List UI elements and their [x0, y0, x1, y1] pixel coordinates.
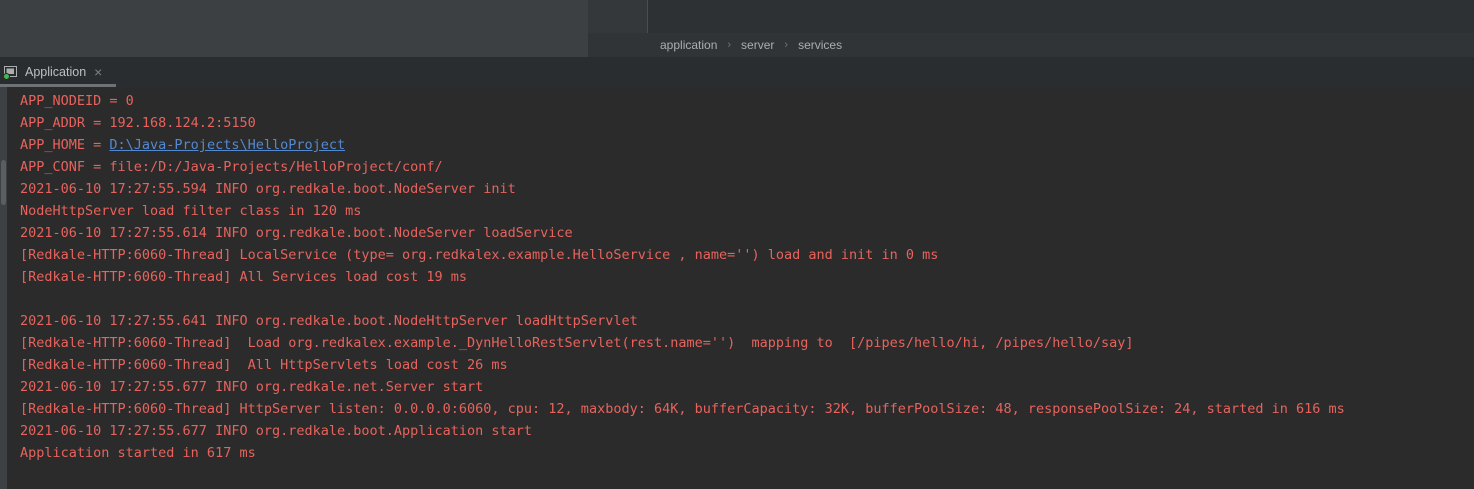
console-line: APP_ADDR = 192.168.124.2:5150	[20, 112, 1474, 134]
console-line: APP_CONF = file:/D:/Java-Projects/HelloP…	[20, 156, 1474, 178]
file-path-link[interactable]: D:\Java-Projects\HelloProject	[109, 137, 345, 153]
console-line: [Redkale-HTTP:6060-Thread] All HttpServl…	[20, 354, 1474, 376]
log-text: APP_ADDR = 192.168.124.2:5150	[20, 115, 256, 131]
console-line: 2021-06-10 17:27:55.677 INFO org.redkale…	[20, 376, 1474, 398]
tab-application[interactable]: Application ×	[0, 57, 116, 87]
console-line: 2021-06-10 17:27:55.641 INFO org.redkale…	[20, 310, 1474, 332]
header-right: application › server › services	[588, 0, 1474, 57]
breadcrumb-separator-icon: ›	[721, 39, 737, 51]
log-text: [Redkale-HTTP:6060-Thread] LocalService …	[20, 247, 938, 263]
console-line: [Redkale-HTTP:6060-Thread] All Services …	[20, 266, 1474, 288]
log-text: [Redkale-HTTP:6060-Thread] All Services …	[20, 269, 467, 285]
log-text: 2021-06-10 17:27:55.677 INFO org.redkale…	[20, 423, 532, 439]
console-line: Application started in 617 ms	[20, 442, 1474, 464]
log-text: [Redkale-HTTP:6060-Thread] HttpServer li…	[20, 401, 1345, 417]
console-line: 2021-06-10 17:27:55.594 INFO org.redkale…	[20, 178, 1474, 200]
log-text: 2021-06-10 17:27:55.594 INFO org.redkale…	[20, 181, 516, 197]
console-line: 2021-06-10 17:27:55.614 INFO org.redkale…	[20, 222, 1474, 244]
console-left-stripe	[0, 87, 7, 489]
log-text: Application started in 617 ms	[20, 445, 256, 461]
log-text: APP_CONF = file:/D:/Java-Projects/HelloP…	[20, 159, 443, 175]
ide-window: application › server › services Applicat…	[0, 0, 1474, 489]
scrollbar-thumb[interactable]	[1, 160, 6, 205]
console-output: APP_NODEID = 0 APP_ADDR = 192.168.124.2:5…	[7, 87, 1474, 489]
breadcrumb-item-server[interactable]: server	[737, 38, 778, 52]
console-line	[20, 288, 1474, 310]
breadcrumb-item-application[interactable]: application	[656, 38, 721, 52]
console-line: [Redkale-HTTP:6060-Thread] HttpServer li…	[20, 398, 1474, 420]
log-text: NodeHttpServer load filter class in 120 …	[20, 203, 361, 219]
editor-panel-left	[0, 0, 588, 57]
log-text: [Redkale-HTTP:6060-Thread] Load org.redk…	[20, 335, 1134, 351]
console-panel: APP_NODEID = 0 APP_ADDR = 192.168.124.2:5…	[0, 87, 1474, 489]
console-line: [Redkale-HTTP:6060-Thread] Load org.redk…	[20, 332, 1474, 354]
log-text: 2021-06-10 17:27:55.677 INFO org.redkale…	[20, 379, 483, 395]
console-line: NodeHttpServer load filter class in 120 …	[20, 200, 1474, 222]
editor-panel-right-pane	[648, 0, 1474, 33]
console-line: 2021-06-10 17:27:55.677 INFO org.redkale…	[20, 420, 1474, 442]
console-line: APP_HOME = D:\Java-Projects\HelloProject	[20, 134, 1474, 156]
run-tool-window-tabbar: Application ×	[0, 57, 1474, 87]
log-text: APP_NODEID = 0	[20, 93, 134, 109]
editor-panel-right	[588, 0, 1474, 33]
editor-split-gutter	[588, 0, 648, 33]
log-text: [Redkale-HTTP:6060-Thread] All HttpServl…	[20, 357, 508, 373]
console-line: APP_NODEID = 0	[20, 90, 1474, 112]
breadcrumb-separator-icon: ›	[778, 39, 794, 51]
breadcrumb: application › server › services	[588, 33, 1474, 57]
ide-header: application › server › services	[0, 0, 1474, 57]
console-line: [Redkale-HTTP:6060-Thread] LocalService …	[20, 244, 1474, 266]
log-text: 2021-06-10 17:27:55.641 INFO org.redkale…	[20, 313, 638, 329]
close-icon[interactable]: ×	[94, 65, 102, 79]
run-console-icon	[3, 64, 19, 80]
log-text: 2021-06-10 17:27:55.614 INFO org.redkale…	[20, 225, 573, 241]
tab-label: Application	[25, 65, 86, 79]
log-text: APP_HOME =	[20, 137, 109, 153]
breadcrumb-item-services[interactable]: services	[794, 38, 846, 52]
